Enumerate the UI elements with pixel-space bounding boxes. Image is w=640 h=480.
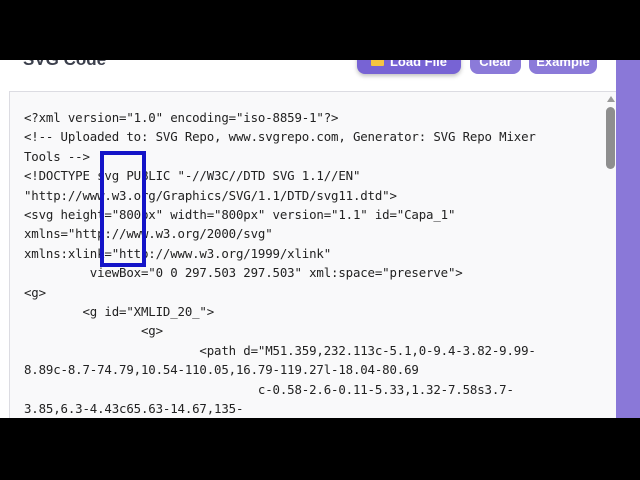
- load-file-label: Load File: [389, 60, 448, 69]
- code-line: <?xml version="1.0" encoding="iso-8859-1…: [24, 110, 339, 125]
- panel-title: SVG Code: [23, 60, 106, 70]
- code-line: <g id="XMLID_20_">: [24, 304, 215, 320]
- panel-header: SVG Code Load File Clear Example: [0, 60, 616, 90]
- code-line: <!-- Uploaded to: SVG Repo, www.svgrepo.…: [24, 129, 536, 145]
- clear-label: Clear: [479, 60, 512, 69]
- code-line: <path d="M51.359,232.113c-5.1,0-9.4-3.82…: [24, 342, 536, 358]
- selection-highlight-box: [100, 151, 146, 267]
- code-line: 3.85,6.3-4.43c65.63-14.67,135-: [24, 401, 244, 417]
- example-label: Example: [536, 60, 590, 69]
- vertical-scrollbar[interactable]: [604, 92, 617, 418]
- scroll-up-arrow-icon[interactable]: [607, 96, 615, 102]
- app-viewport: SVG Code Load File Clear Example <?xml v…: [0, 60, 640, 418]
- screen: SVG Code Load File Clear Example <?xml v…: [0, 0, 640, 480]
- code-line: 8.89c-8.7-74.79,10.54-110.05,16.79-119.2…: [24, 362, 419, 378]
- scrollbar-thumb[interactable]: [606, 107, 615, 169]
- code-line: <g>: [24, 323, 163, 339]
- load-file-button[interactable]: Load File: [357, 60, 461, 74]
- folder-icon: [370, 60, 384, 66]
- code-line: c-0.58-2.6-0.11-5.33,1.32-7.58s3.7-: [24, 381, 514, 397]
- clear-button[interactable]: Clear: [470, 60, 521, 74]
- code-line: <g>: [24, 284, 46, 300]
- example-button[interactable]: Example: [529, 60, 597, 74]
- svg-code-panel: SVG Code Load File Clear Example <?xml v…: [0, 60, 616, 418]
